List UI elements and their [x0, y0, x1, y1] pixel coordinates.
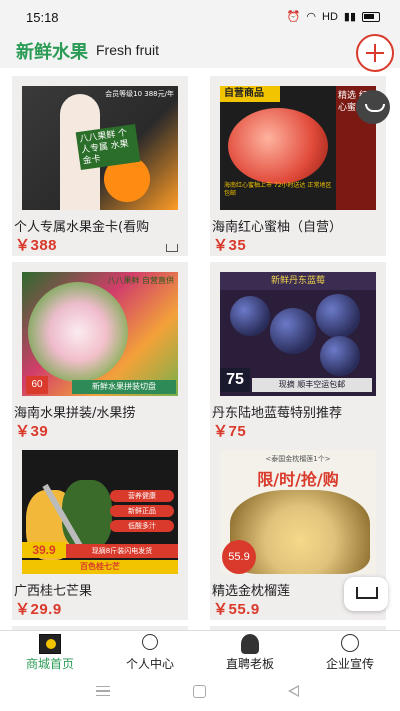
product-image: 新鲜丹东蓝莓 75 现摘 顺丰空运包邮 [220, 272, 376, 396]
nav-item-label: 商城首页 [25, 657, 74, 671]
battery-icon [362, 11, 380, 22]
image-banner: 自营商品 [220, 86, 280, 102]
image-price: 39.9 [22, 542, 66, 558]
menu-icon[interactable] [96, 686, 110, 696]
status-time: 15:18 [26, 10, 59, 25]
nav-item-company[interactable]: 企业宣传 [300, 631, 400, 675]
home-icon[interactable] [193, 685, 206, 698]
system-nav-bar [0, 674, 400, 711]
image-tag: 营养健康 [110, 490, 174, 502]
back-icon[interactable] [288, 685, 299, 697]
image-tag: 低酸多汁 [110, 520, 174, 532]
page-subtitle: Fresh fruit [96, 42, 160, 58]
product-card[interactable]: 营养健康 新鲜正品 低酸多汁 39.9 现摘8斤装闪电发货 百色桂七芒 广西桂七… [12, 440, 188, 620]
nav-item-label: 个人中心 [125, 657, 174, 671]
product-card[interactable]: 新鲜丹东蓝莓 75 现摘 顺丰空运包邮 丹东陆地蓝莓特别推荐 ￥75 [210, 262, 386, 442]
nav-item-label: 企业宣传 [325, 657, 374, 671]
person-icon [142, 634, 158, 650]
pomelo-graphic [228, 108, 328, 184]
alarm-icon: ⏰ [286, 11, 301, 23]
product-name: 丹东陆地蓝莓特别推荐 [212, 406, 343, 421]
header: 新鲜水果 Fresh fruit [0, 34, 400, 72]
share-button[interactable] [356, 90, 390, 124]
product-price: ￥35 [213, 237, 247, 254]
product-price: ￥75 [213, 423, 247, 440]
image-bottom-bar: 百色桂七芒 [22, 560, 178, 574]
bottom-nav: 商城首页 个人中心 直聘老板 企业宣传 [0, 630, 400, 674]
add-button[interactable] [356, 34, 394, 72]
fruit-plate-graphic [28, 282, 128, 382]
image-tags: 营养健康 新鲜正品 低酸多汁 [110, 490, 174, 535]
product-card[interactable]: 八八果鲜 个人专属 水果金卡 会员等级10 388元/年 个人专属水果金卡(看购… [12, 76, 188, 256]
product-name: 广西桂七芒果 [14, 584, 93, 599]
network-label: HD [322, 10, 338, 23]
nav-item-profile[interactable]: 个人中心 [100, 631, 200, 675]
boss-icon [241, 634, 259, 654]
image-top-text: 八八果鲜 自营直供 [107, 276, 174, 285]
cart-icon[interactable] [166, 244, 178, 252]
product-image: 八八果鲜 自营直供 60 新鲜水果拼装切盘 [22, 272, 178, 396]
image-bottom-text: 海南红心蜜柚上市 72小时送达 正常地区包邮 [224, 182, 332, 197]
product-price: ￥388 [15, 237, 58, 254]
product-price: ￥55.9 [213, 601, 260, 618]
product-image: 自营商品 精选 红心蜜柚 海南红心蜜柚上市 72小时送达 正常地区包邮 [220, 86, 376, 210]
signal-icon: ▮▮ [343, 11, 356, 23]
cart-button[interactable] [344, 577, 388, 611]
product-grid: 八八果鲜 个人专属 水果金卡 会员等级10 388元/年 个人专属水果金卡(看购… [0, 74, 400, 630]
nav-item-home[interactable]: 商城首页 [0, 631, 100, 675]
product-name: 个人专属水果金卡(看购 [14, 220, 150, 235]
product-image: 八八果鲜 个人专属 水果金卡 会员等级10 388元/年 [22, 86, 178, 210]
product-image: <泰国金枕榴莲1个> 限/时/抢/购 55.9 [220, 450, 376, 574]
blueberry-graphic [230, 296, 270, 336]
mango-graphic [62, 480, 112, 550]
image-badge: 60 [26, 376, 48, 394]
image-title: 限/时/抢/购 [257, 470, 339, 489]
image-price-circle: 55.9 [222, 540, 256, 574]
product-price: ￥39 [15, 423, 49, 440]
nav-item-boss[interactable]: 直聘老板 [200, 631, 300, 675]
product-card[interactable]: 八八果鲜 自营直供 60 新鲜水果拼装切盘 海南水果拼装/水果捞 ￥39 [12, 262, 188, 442]
product-image: 营养健康 新鲜正品 低酸多汁 39.9 现摘8斤装闪电发货 百色桂七芒 [22, 450, 178, 574]
blueberry-graphic [320, 336, 360, 376]
product-price: ￥29.9 [15, 601, 62, 618]
image-head: <泰国金枕榴莲1个> [265, 455, 331, 463]
status-icons: ⏰ ◠ HD ▮▮ [287, 10, 380, 23]
image-top-banner: 新鲜丹东蓝莓 [220, 272, 376, 290]
image-red-bar: 现摘8斤装闪电发货 [66, 544, 178, 558]
wifi-icon: ◠ [306, 11, 316, 23]
product-name: 海南红心蜜柚（自营） [212, 220, 343, 235]
blueberry-graphic [316, 294, 360, 338]
company-icon [341, 634, 359, 652]
store-home-icon [39, 634, 61, 654]
image-price-tag: 75 [220, 368, 250, 392]
status-bar: 15:18 ⏰ ◠ HD ▮▮ [0, 0, 400, 34]
image-bottom-bar: 新鲜水果拼装切盘 [72, 380, 176, 394]
image-tag: 新鲜正品 [110, 505, 174, 517]
product-name: 海南水果拼装/水果捞 [14, 406, 136, 421]
blueberry-graphic [270, 308, 316, 354]
nav-item-label: 直聘老板 [225, 657, 274, 671]
corner-text: 会员等级10 388元/年 [105, 90, 174, 98]
image-promo: 现摘 顺丰空运包邮 [252, 378, 372, 392]
page-title: 新鲜水果 [16, 42, 88, 63]
